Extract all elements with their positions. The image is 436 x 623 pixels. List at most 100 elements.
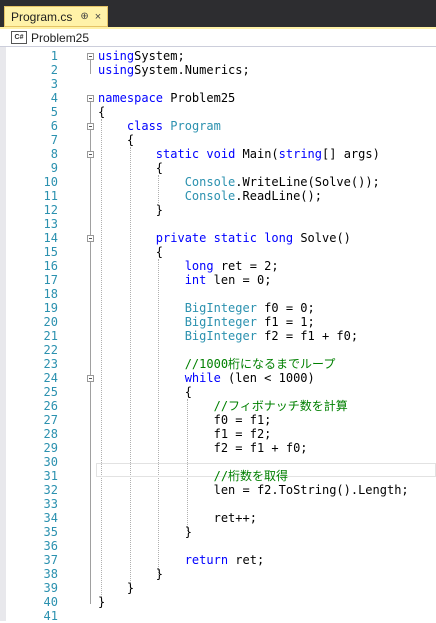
tab-program-cs[interactable]: Program.cs ⊕ × [4, 6, 109, 27]
code-line[interactable]: } [98, 567, 436, 581]
keyword-token: long [264, 231, 294, 245]
line-number: 29 [43, 441, 58, 455]
code-line[interactable]: static void Main(string[] args) [98, 147, 436, 161]
code-line[interactable]: int len = 0; [98, 273, 436, 287]
code-editor[interactable]: 1 2 3 4 5 6 7 8 9 10 11 12 13 14 15 16 17 18 19 20 21 22 23 24 2… [0, 47, 436, 623]
code-line[interactable]: Console.ReadLine(); [98, 189, 436, 203]
code-token: Main( [235, 147, 279, 161]
line-number: 1 [50, 49, 58, 63]
collapse-solve-icon[interactable] [87, 235, 94, 242]
line-number: 27 [43, 413, 58, 427]
keyword-token: class [126, 119, 164, 133]
code-line[interactable]: class Program [98, 119, 436, 133]
code-token: { [98, 161, 164, 175]
navigation-bar[interactable]: C# Problem25 [0, 29, 436, 47]
line-number: 34 [43, 511, 58, 525]
code-line[interactable]: } [98, 581, 436, 595]
code-token: } [98, 595, 106, 609]
line-number: 24 [43, 371, 58, 385]
line-number: 8 [50, 147, 58, 161]
line-number: 5 [50, 105, 58, 119]
code-line[interactable]: //フィボナッチ数を計算 [98, 399, 436, 413]
type-token: Console [184, 175, 236, 189]
code-token: { [98, 385, 192, 399]
code-line[interactable]: BigInteger f1 = 1; [98, 315, 436, 329]
code-line[interactable] [98, 217, 436, 231]
code-token: Problem25 [163, 91, 236, 105]
code-lines[interactable]: usingSystem; usingSystem.Numerics; namespa… [98, 49, 436, 623]
keyword-token: return [184, 553, 229, 567]
collapse-namespace-icon[interactable] [87, 95, 94, 102]
code-line[interactable]: { [98, 245, 436, 259]
line-number: 31 [43, 469, 58, 483]
line-number: 38 [43, 567, 58, 581]
code-line[interactable]: f2 = f1 + f0; [98, 441, 436, 455]
code-line[interactable]: usingSystem.Numerics; [98, 63, 436, 77]
line-number: 14 [43, 231, 58, 245]
code-line[interactable]: //1000桁になるまでループ [98, 357, 436, 371]
code-line[interactable]: BigInteger f0 = 0; [98, 301, 436, 315]
keyword-token: using [98, 49, 135, 63]
line-number: 13 [43, 217, 58, 231]
code-token: f2 = f1 + f0; [98, 441, 308, 455]
code-line[interactable]: usingSystem; [98, 49, 436, 63]
code-line[interactable]: Console.WriteLine(Solve()); [98, 175, 436, 189]
comment-token: //1000桁になるまでループ [184, 357, 336, 371]
code-line[interactable] [98, 77, 436, 91]
line-number: 30 [43, 455, 58, 469]
code-line[interactable]: } [98, 525, 436, 539]
line-number: 2 [50, 63, 58, 77]
code-line[interactable]: BigInteger f2 = f1 + f0; [98, 329, 436, 343]
code-line[interactable] [98, 287, 436, 301]
comment-token: //フィボナッチ数を計算 [213, 399, 348, 413]
code-line[interactable]: namespace Problem25 [98, 91, 436, 105]
line-number: 7 [50, 133, 58, 147]
collapse-main-icon[interactable] [87, 151, 94, 158]
code-line[interactable]: while (len < 1000) [98, 371, 436, 385]
type-token: BigInteger [184, 301, 257, 315]
code-token: } [98, 567, 164, 581]
line-number: 21 [43, 329, 58, 343]
keyword-token: private [155, 231, 207, 245]
line-number: 19 [43, 301, 58, 315]
code-line[interactable]: } [98, 203, 436, 217]
code-line[interactable] [98, 455, 436, 469]
code-line[interactable]: { [98, 161, 436, 175]
code-line[interactable]: } [98, 595, 436, 609]
code-token: ret = 2; [213, 259, 279, 273]
line-number: 12 [43, 203, 58, 217]
code-token: { [98, 133, 135, 147]
collapse-while-icon[interactable] [87, 375, 94, 382]
code-line[interactable]: f0 = f1; [98, 413, 436, 427]
collapse-using-icon[interactable] [87, 53, 94, 60]
code-line[interactable]: { [98, 133, 436, 147]
line-number: 20 [43, 315, 58, 329]
code-line[interactable] [98, 497, 436, 511]
code-line[interactable]: len = f2.ToString().Length; [98, 483, 436, 497]
code-line[interactable] [98, 539, 436, 553]
code-line[interactable]: private static long Solve() [98, 231, 436, 245]
code-line[interactable] [98, 343, 436, 357]
keyword-token: static [213, 231, 257, 245]
code-line[interactable]: { [98, 385, 436, 399]
type-token: BigInteger [184, 315, 257, 329]
line-number: 33 [43, 497, 58, 511]
code-line[interactable]: ret++; [98, 511, 436, 525]
line-number: 23 [43, 357, 58, 371]
pin-icon[interactable]: ⊕ [80, 11, 88, 22]
code-line[interactable]: long ret = 2; [98, 259, 436, 273]
code-line[interactable]: //桁数を取得 [98, 469, 436, 483]
code-line[interactable]: return ret; [98, 553, 436, 567]
code-token: f0 = 0; [256, 301, 315, 315]
close-icon[interactable]: × [95, 11, 101, 23]
code-line[interactable]: { [98, 105, 436, 119]
project-dropdown-label: Problem25 [31, 30, 90, 45]
collapse-class-icon[interactable] [87, 123, 94, 130]
code-token: { [98, 105, 106, 119]
code-line[interactable]: f1 = f2; [98, 427, 436, 441]
